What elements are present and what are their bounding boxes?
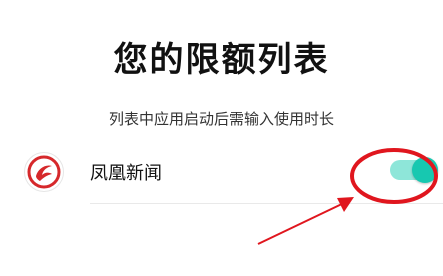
app-label: 凤凰新闻 bbox=[90, 163, 162, 184]
phoenix-logo-icon bbox=[24, 152, 64, 192]
app-row-fenghuang[interactable]: 凤凰新闻 bbox=[0, 140, 443, 204]
annotation-arrow-shaft bbox=[257, 201, 347, 245]
app-limit-toggle[interactable] bbox=[390, 157, 438, 183]
row-divider bbox=[90, 203, 443, 204]
page-subtitle: 列表中应用启动后需输入使用时长 bbox=[108, 110, 334, 128]
page-title: 您的限额列表 bbox=[113, 40, 330, 80]
toggle-knob[interactable] bbox=[412, 157, 438, 183]
